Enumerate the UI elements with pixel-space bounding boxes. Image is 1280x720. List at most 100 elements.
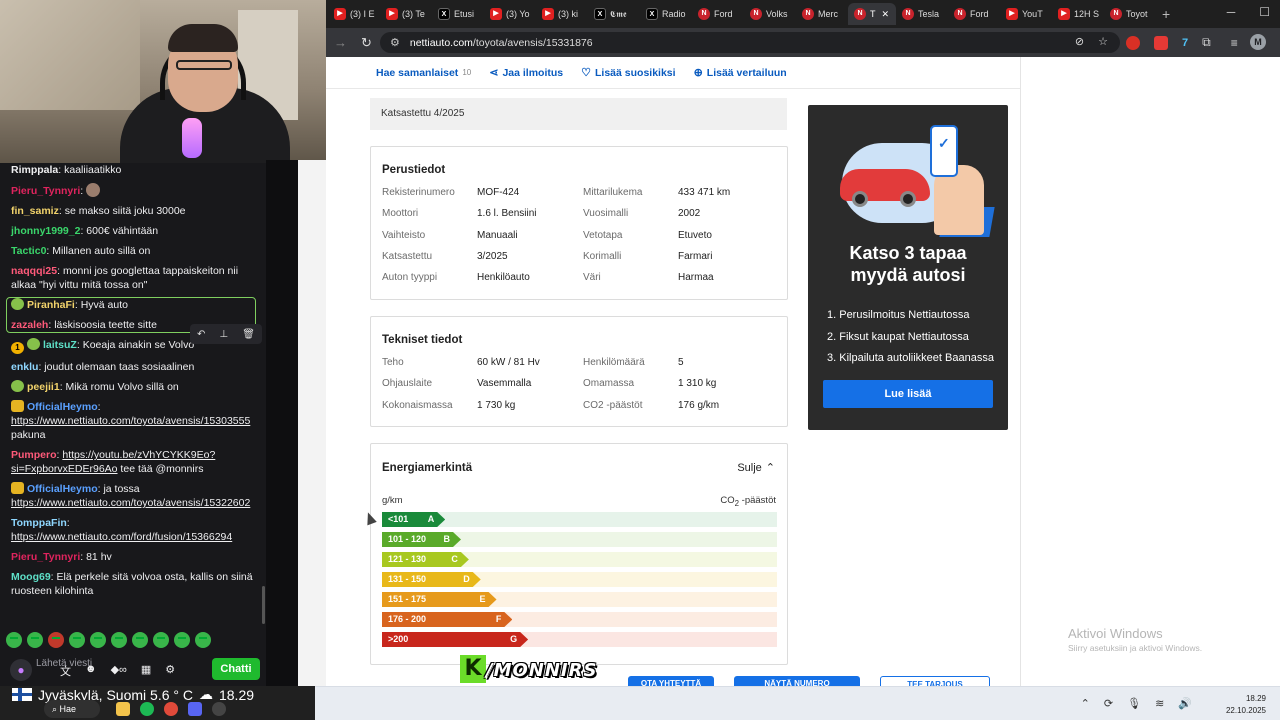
site-info-icon[interactable]: ⚙ xyxy=(390,36,400,49)
emote-icon[interactable] xyxy=(111,632,127,648)
sync-icon[interactable]: ⟳ xyxy=(1104,697,1113,710)
spotify-icon[interactable] xyxy=(140,702,154,716)
chat-link[interactable]: https://www.nettiauto.com/ford/fusion/15… xyxy=(11,531,232,543)
url-host: nettiauto.com xyxy=(409,36,473,49)
new-tab-icon[interactable]: + xyxy=(1162,6,1170,22)
minimize-icon[interactable]: ─ xyxy=(1227,5,1236,19)
emote-icon[interactable] xyxy=(27,632,43,648)
message-actions[interactable]: ↶ ⊥ 🗑 xyxy=(190,324,262,344)
chat-username[interactable]: Pumpero xyxy=(11,449,57,461)
media-control-icon[interactable]: ≡ xyxy=(1231,36,1238,50)
file-explorer-icon[interactable] xyxy=(116,702,130,716)
browser-tab[interactable]: ▶ (3) ki xyxy=(536,3,588,25)
browser-tab[interactable]: N Ford xyxy=(692,3,744,25)
chevron-up-icon[interactable]: ⌃ xyxy=(1081,697,1090,710)
chat-message: Pieru_Tynnyri: xyxy=(0,180,266,201)
wifi-icon[interactable]: ≋ xyxy=(1155,697,1164,710)
pin-icon[interactable]: ⊥ xyxy=(219,329,228,340)
chat-username[interactable]: Pieru_Tynnyri xyxy=(11,551,80,563)
forward-icon[interactable]: → xyxy=(334,35,347,50)
close-icon[interactable]: ✕ xyxy=(882,9,890,20)
energy-collapse-toggle[interactable]: Sulje ⌃ xyxy=(737,461,775,475)
emote-icon[interactable] xyxy=(132,632,148,648)
favorite-link[interactable]: ♡ Lisää suosikiksi xyxy=(581,66,675,80)
url-field[interactable]: ⚙ nettiauto.com/toyota/avensis/15331876 … xyxy=(380,32,1120,53)
chat-username[interactable]: laitsuZ xyxy=(43,339,77,351)
show-number-button[interactable]: NÄYTÄ NUMERO xyxy=(734,676,860,686)
emote-icon[interactable] xyxy=(174,632,190,648)
chat-send-button[interactable]: Chatti xyxy=(212,658,260,680)
clock[interactable]: 18.29 22.10.2025 xyxy=(1226,693,1266,717)
tracking-icon[interactable]: ⊘ xyxy=(1075,35,1084,48)
chat-link[interactable]: https://www.nettiauto.com/toyota/avensis… xyxy=(11,497,250,509)
browser-tab[interactable]: ▶ YouT xyxy=(1000,3,1052,25)
chat-message: Pieru_Tynnyri: 81 hv xyxy=(11,551,112,563)
extension-icon[interactable] xyxy=(1154,35,1168,50)
chat-username[interactable]: OfficialHeymo xyxy=(27,483,98,495)
browser-tab[interactable]: X Etusi xyxy=(432,3,484,25)
extension-icon[interactable] xyxy=(1126,35,1140,50)
volume-icon[interactable]: 🔊 xyxy=(1178,697,1192,710)
browser-tab[interactable]: ▶ (3) I E xyxy=(328,3,380,25)
contact-button[interactable]: OTA YHTEYTTÄ xyxy=(628,676,714,686)
browser-tab[interactable]: ▶ (3) Yo xyxy=(484,3,536,25)
emote-icon[interactable] xyxy=(195,632,211,648)
browser-tab[interactable]: N Tesla xyxy=(896,3,948,25)
emote-icon[interactable] xyxy=(153,632,169,648)
browser-tab[interactable]: X 𝕮𝖒𝖊 xyxy=(588,3,640,25)
browser-tab[interactable]: N Volks xyxy=(744,3,796,25)
emote-icon[interactable] xyxy=(90,632,106,648)
maximize-icon[interactable]: ☐ xyxy=(1259,5,1270,19)
mic-icon[interactable]: 🎙 xyxy=(1127,697,1141,710)
obs-icon[interactable] xyxy=(212,702,226,716)
compare-link[interactable]: ⊕ Lisää vertailuun xyxy=(694,66,787,80)
reply-icon[interactable]: ↶ xyxy=(197,329,205,340)
energy-class-row: <101 A xyxy=(382,510,777,530)
make-offer-button[interactable]: TEE TARJOUS xyxy=(880,676,990,686)
taskbar-search[interactable]: ⌕ Hae xyxy=(44,700,100,718)
nettiauto-icon: N xyxy=(854,8,866,20)
chat-username[interactable]: TomppaFin xyxy=(11,517,67,529)
read-more-button[interactable]: Lue lisää xyxy=(823,380,993,408)
tab-title: T xyxy=(870,9,876,19)
delete-icon[interactable]: 🗑 xyxy=(242,329,255,340)
browser-tab[interactable]: N Merc xyxy=(796,3,848,25)
chrome-icon[interactable] xyxy=(164,702,178,716)
reload-icon[interactable]: ↻ xyxy=(361,35,372,51)
chat-username[interactable]: naqqqi25 xyxy=(11,265,57,277)
browser-tab[interactable]: ▶ 12H S xyxy=(1052,3,1104,25)
emote-icon[interactable] xyxy=(48,632,64,648)
browser-tab[interactable]: N Ford xyxy=(948,3,1000,25)
emoji-icon[interactable]: ☻ xyxy=(85,663,97,679)
chat-username[interactable]: enklu xyxy=(11,361,38,373)
bookmark-star-icon[interactable]: ☆ xyxy=(1098,35,1108,48)
bits-icon[interactable]: ◆∞ xyxy=(111,663,127,679)
chat-scrollbar[interactable] xyxy=(262,586,265,624)
browser-tab[interactable]: N Toyot xyxy=(1104,3,1156,25)
emote-icon[interactable] xyxy=(69,632,85,648)
microphone-icon[interactable]: ● xyxy=(10,659,32,681)
profile-avatar[interactable]: M xyxy=(1250,34,1266,50)
chat-link[interactable]: https://www.nettiauto.com/toyota/avensis… xyxy=(11,415,250,427)
settings-icon[interactable]: ⚙ xyxy=(165,663,175,679)
discord-icon[interactable] xyxy=(188,702,202,716)
extensions-puzzle-icon[interactable]: ⧉ xyxy=(1202,35,1211,50)
browser-tab[interactable]: X Radio xyxy=(640,3,692,25)
chat-username[interactable]: peejii1 xyxy=(27,381,60,393)
translate-icon[interactable]: 文 xyxy=(60,663,71,679)
chat-username[interactable]: Rimppala xyxy=(11,164,58,176)
store-icon[interactable]: ▦ xyxy=(141,663,151,679)
chat-username[interactable]: fin_samiz xyxy=(11,205,59,217)
chat-username[interactable]: Pieru_Tynnyri xyxy=(11,185,80,197)
energy-class: C xyxy=(451,554,458,564)
share-link[interactable]: ⋖ Jaa ilmoitus xyxy=(489,66,563,80)
chat-username[interactable]: Moog69 xyxy=(11,571,51,583)
chat-username[interactable]: Tactic0 xyxy=(11,245,46,257)
browser-tab[interactable]: ▶ (3) Te xyxy=(380,3,432,25)
emote-icon[interactable] xyxy=(6,632,22,648)
chat-username[interactable]: jhonny1999_2 xyxy=(11,225,80,237)
browser-tab[interactable]: N T ✕ xyxy=(848,3,896,25)
similar-search-link[interactable]: Hae samanlaiset 10 xyxy=(376,67,471,79)
chat-username[interactable]: OfficialHeymo xyxy=(27,401,98,413)
extension-icon[interactable]: 7 xyxy=(1182,37,1188,49)
